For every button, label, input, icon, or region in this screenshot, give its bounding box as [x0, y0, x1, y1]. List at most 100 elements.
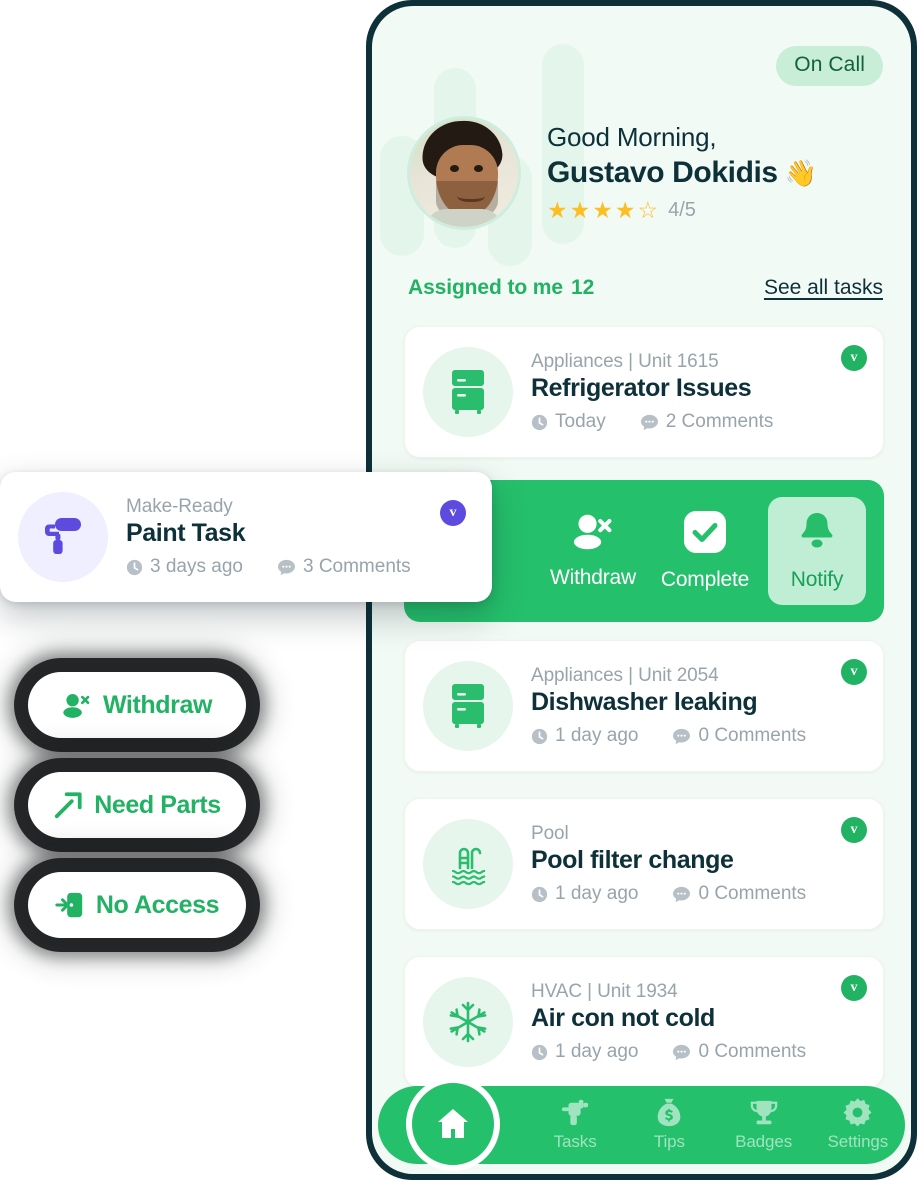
star-filled-icon: ★	[614, 197, 636, 223]
task-meta: 1 day ago 0 Comments	[531, 725, 865, 747]
task-card[interactable]: HVAC | Unit 1934 Air con not cold 1 day …	[404, 956, 884, 1088]
person-remove-icon	[573, 514, 612, 550]
task-meta: Today 2 Comments	[531, 411, 865, 433]
nav-item-tips[interactable]: Tips	[622, 1098, 716, 1152]
status-badge[interactable]: On Call	[776, 46, 883, 86]
clock-icon	[531, 414, 548, 430]
task-time: Today	[531, 411, 606, 433]
task-card[interactable]: Pool Pool filter change 1 day ago 0 Comm…	[404, 798, 884, 930]
paint-task-card[interactable]: Make-Ready Paint Task 3 days ago 3 Comme…	[0, 472, 492, 602]
task-category: Appliances | Unit 2054	[531, 665, 719, 686]
task-body: HVAC | Unit 1934 Air con not cold 1 day …	[531, 981, 865, 1063]
task-body: Appliances | Unit 1615 Refrigerator Issu…	[531, 351, 865, 433]
task-time: 1 day ago	[531, 883, 638, 905]
person-remove-icon	[63, 693, 90, 718]
task-title: Pool filter change	[531, 846, 734, 874]
see-all-tasks-link[interactable]: See all tasks	[764, 276, 883, 300]
rating-row: ★ ★ ★ ★ ☆ 4/5	[547, 199, 817, 222]
task-comments: 0 Comments	[672, 725, 806, 747]
task-time: 3 days ago	[126, 556, 243, 578]
task-meta: 3 days ago 3 Comments	[126, 556, 474, 578]
withdraw-button[interactable]: Withdraw	[28, 672, 246, 738]
greeting-block: Good Morning, Gustavo Dokidis 👋 ★ ★ ★ ★ …	[407, 116, 817, 230]
task-category: Make-Ready	[126, 496, 233, 517]
task-time-label: Today	[555, 411, 606, 432]
nav-item-tasks[interactable]: Tasks	[528, 1099, 622, 1152]
clock-icon	[531, 1044, 548, 1060]
paint-roller-icon	[18, 492, 108, 582]
task-comments-label: 2 Comments	[665, 411, 774, 432]
task-body: Pool Pool filter change 1 day ago 0 Comm…	[531, 823, 865, 905]
task-card[interactable]: Appliances | Unit 2054 Dishwasher leakin…	[404, 640, 884, 772]
nav-item-badges[interactable]: Badges	[717, 1099, 811, 1152]
refrigerator-icon	[423, 347, 513, 437]
task-title: Paint Task	[126, 519, 246, 547]
home-icon	[438, 1109, 468, 1138]
clock-icon	[531, 728, 548, 744]
comment-icon	[640, 414, 658, 430]
vendor-badge: v	[841, 659, 867, 685]
quick-action-stack: Withdraw Need Parts No Access	[18, 672, 268, 972]
trophy-icon	[750, 1100, 777, 1124]
task-time: 1 day ago	[531, 1041, 638, 1063]
vendor-badge: v	[841, 975, 867, 1001]
user-name: Gustavo Dokidis	[547, 156, 778, 189]
complete-label: Complete	[660, 568, 750, 591]
task-comments: 0 Comments	[672, 1041, 806, 1063]
withdraw-action-button[interactable]: Withdraw	[544, 497, 642, 605]
task-time: 1 day ago	[531, 725, 638, 747]
task-time-label: 1 day ago	[555, 1041, 639, 1062]
rating-value: 4/5	[668, 199, 696, 221]
door-exit-icon	[55, 892, 83, 918]
star-empty-icon: ☆	[637, 197, 659, 223]
task-comments-label: 0 Comments	[698, 1041, 807, 1062]
nav-label: Badges	[735, 1131, 793, 1151]
task-comments: 2 Comments	[640, 411, 774, 433]
star-filled-icon: ★	[547, 197, 568, 223]
gear-icon	[843, 1098, 872, 1127]
snowflake-icon	[423, 977, 513, 1067]
nav-item-home[interactable]	[406, 1077, 500, 1171]
comment-icon	[277, 559, 295, 575]
nav-item-settings[interactable]: Settings	[811, 1098, 905, 1152]
task-category: Appliances | Unit 1615	[531, 351, 719, 372]
vendor-badge: v	[440, 500, 466, 526]
task-comments-label: 0 Comments	[698, 725, 807, 746]
task-body: Make-Ready Paint Task 3 days ago 3 Comme…	[126, 496, 474, 578]
pool-ladder-icon	[423, 819, 513, 909]
paint-roller-glyph	[45, 518, 81, 554]
money-bag-icon	[658, 1098, 681, 1127]
task-card[interactable]: Appliances | Unit 1615 Refrigerator Issu…	[404, 326, 884, 458]
task-comments-label: 0 Comments	[698, 883, 807, 904]
nav-label: Settings	[827, 1132, 889, 1151]
avatar[interactable]	[407, 116, 521, 230]
task-comments-label: 3 Comments	[302, 556, 411, 577]
no-access-label: No Access	[95, 890, 220, 919]
task-body: Appliances | Unit 2054 Dishwasher leakin…	[531, 665, 865, 747]
wave-emoji: 👋	[784, 157, 817, 188]
hammer-icon	[55, 792, 82, 819]
task-title: Air con not cold	[531, 1004, 715, 1032]
complete-action-button[interactable]: Complete	[656, 497, 754, 605]
task-time-label: 1 day ago	[555, 725, 639, 746]
task-title: Dishwasher leaking	[531, 688, 758, 716]
need-parts-button[interactable]: Need Parts	[28, 772, 246, 838]
comment-icon	[673, 886, 691, 902]
assigned-label: Assigned to me	[408, 276, 563, 299]
no-access-button[interactable]: No Access	[28, 872, 246, 938]
withdraw-label: Withdraw	[102, 690, 213, 719]
task-category: HVAC | Unit 1934	[531, 981, 678, 1002]
task-time-label: 3 days ago	[150, 556, 243, 577]
drill-icon	[562, 1099, 589, 1125]
vendor-badge: v	[841, 817, 867, 843]
star-filled-icon: ★	[592, 197, 613, 223]
star-filled-icon: ★	[569, 197, 591, 223]
clock-icon	[126, 559, 143, 575]
assigned-to-me: Assigned to me 12	[408, 276, 594, 300]
comment-icon	[673, 728, 691, 744]
user-name-line: Gustavo Dokidis 👋	[547, 156, 817, 190]
task-time-label: 1 day ago	[555, 883, 639, 904]
task-meta: 1 day ago 0 Comments	[531, 1041, 865, 1063]
notify-action-button[interactable]: Notify	[768, 497, 866, 605]
clock-icon	[531, 886, 548, 902]
